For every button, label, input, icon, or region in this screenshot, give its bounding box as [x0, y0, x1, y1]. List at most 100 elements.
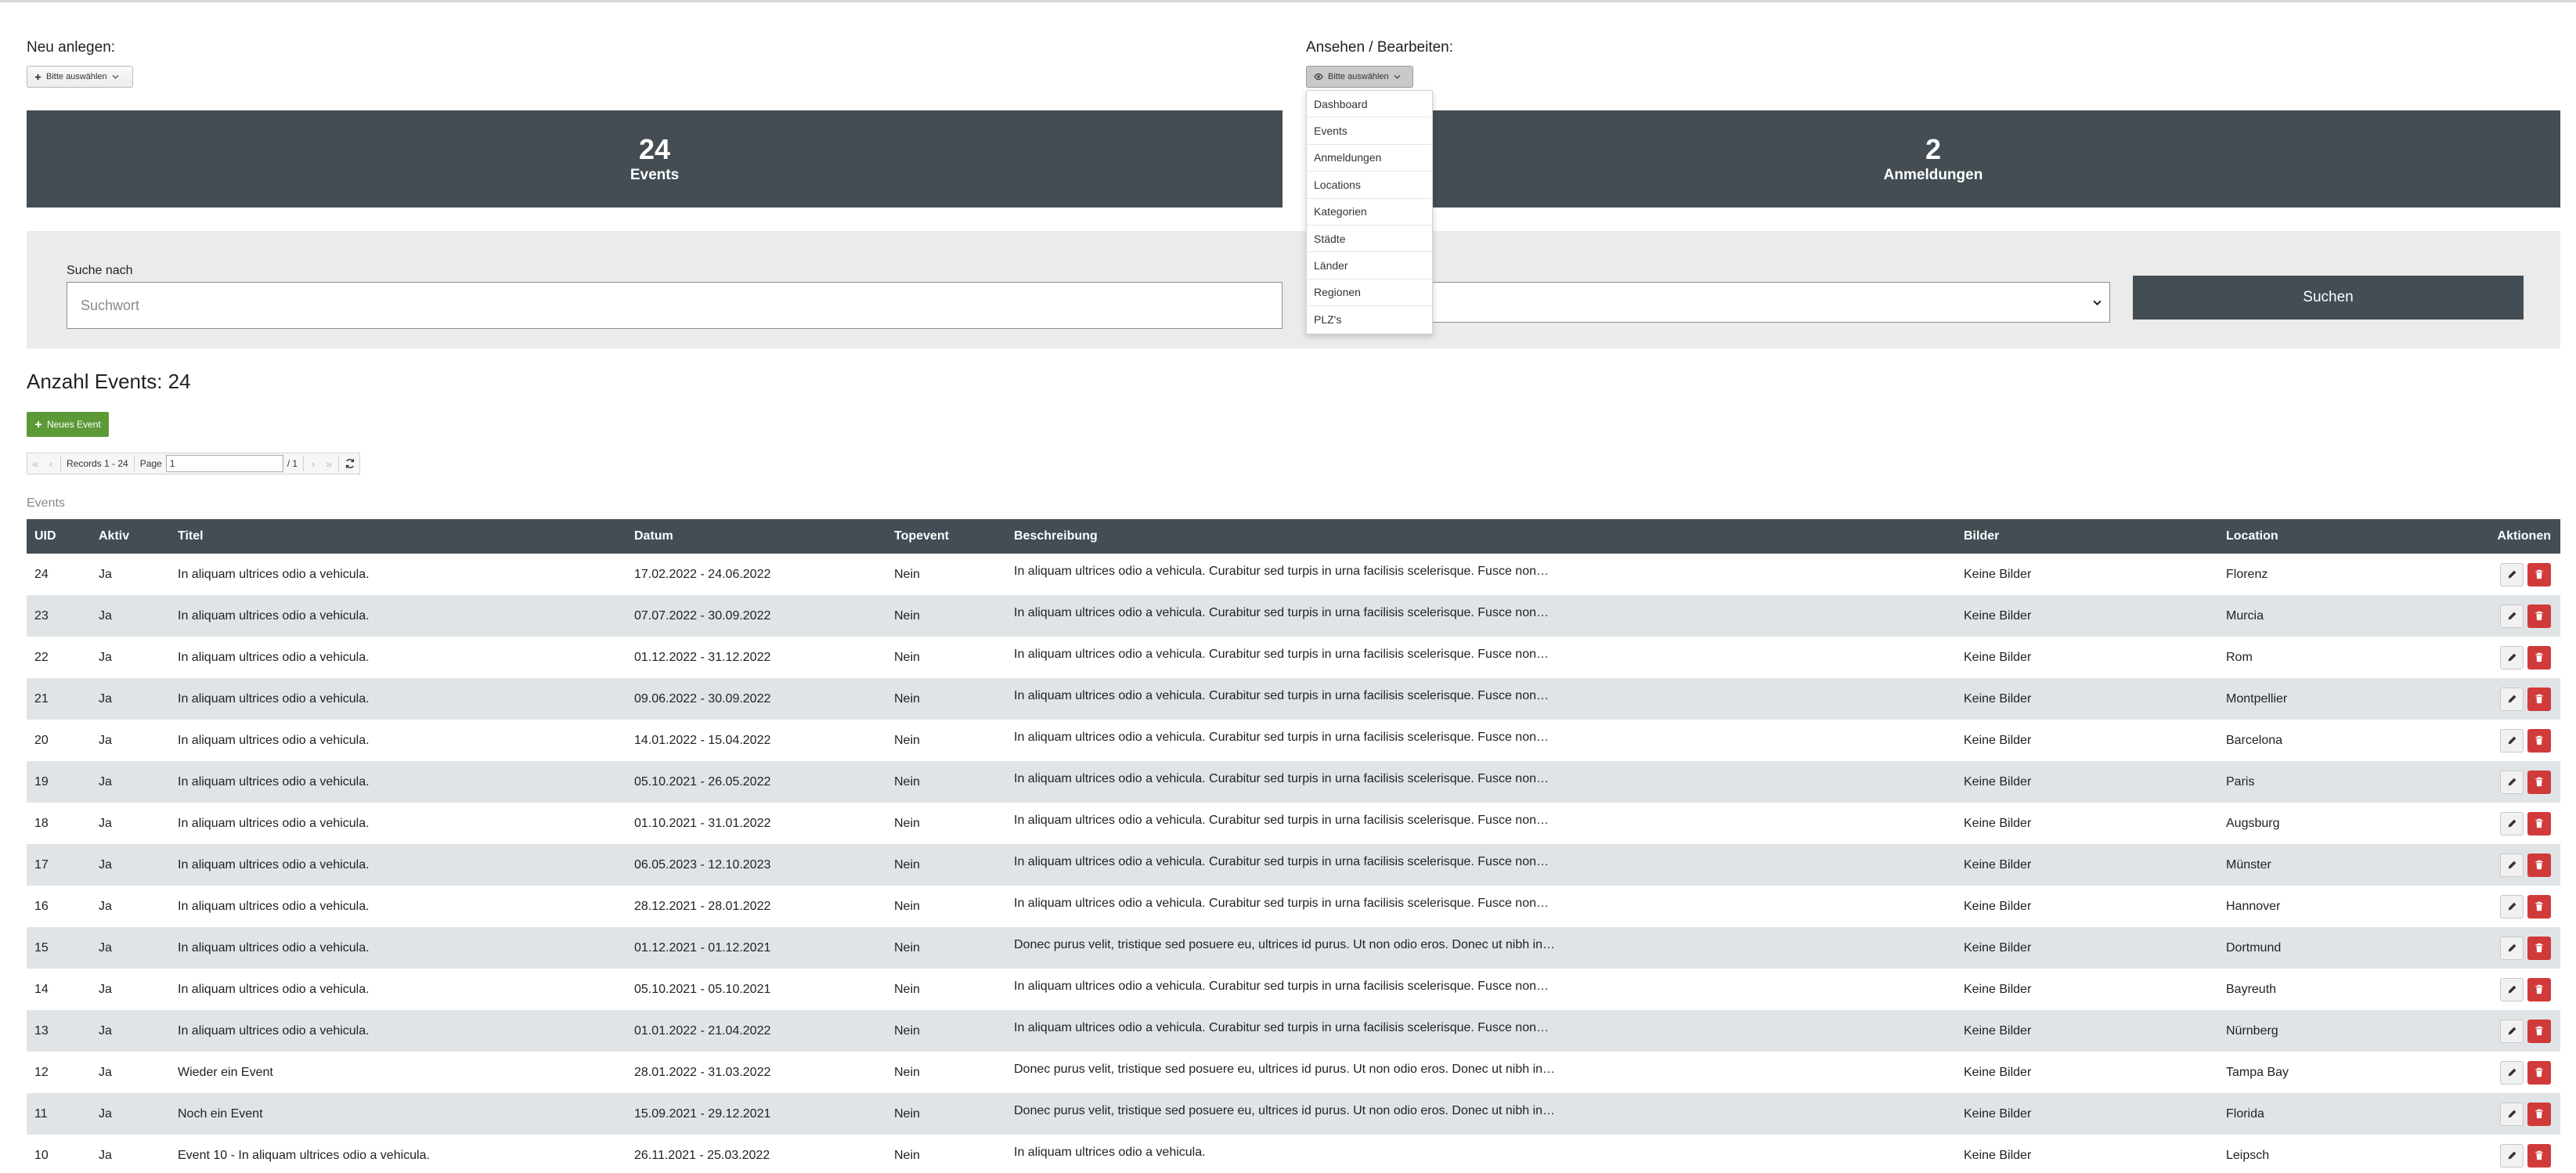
edit-button[interactable]: [2500, 894, 2524, 919]
trash-icon: [2535, 735, 2543, 745]
cell-images: Keine Bilder: [1964, 733, 2032, 747]
header-description[interactable]: Beschreibung: [1014, 519, 1098, 554]
row-actions: [2500, 720, 2551, 761]
edit-button[interactable]: [2500, 562, 2524, 586]
cell-title: In aliquam ultrices odio a vehicula.: [178, 982, 370, 996]
pencil-icon: [2508, 695, 2516, 703]
pencil-icon: [2508, 736, 2516, 745]
menu-item-categories[interactable]: Kategorien: [1307, 199, 1432, 226]
cell-topevent: Nein: [894, 816, 920, 830]
edit-button[interactable]: [2500, 1102, 2524, 1126]
menu-item-cities[interactable]: Städte: [1307, 226, 1432, 253]
menu-item-registrations[interactable]: Anmeldungen: [1307, 145, 1432, 172]
trash-icon: [2535, 694, 2543, 704]
delete-button[interactable]: [2527, 936, 2551, 960]
edit-button[interactable]: [2500, 811, 2524, 836]
delete-button[interactable]: [2527, 1102, 2551, 1126]
edit-button[interactable]: [2500, 1060, 2524, 1085]
edit-button[interactable]: [2500, 1019, 2524, 1043]
header-title[interactable]: Titel: [178, 519, 204, 554]
refresh-button[interactable]: [341, 453, 359, 474]
create-select-button[interactable]: Bitte auswählen: [27, 66, 133, 88]
cell-uid: 18: [34, 816, 49, 830]
table-header: UID Aktiv Titel Datum Topevent Beschreib…: [27, 519, 2560, 554]
menu-item-locations[interactable]: Locations: [1307, 171, 1432, 199]
search-button[interactable]: Suchen: [2133, 276, 2524, 319]
edit-button[interactable]: [2500, 687, 2524, 711]
delete-button[interactable]: [2527, 1019, 2551, 1043]
table-row: 22 Ja In aliquam ultrices odio a vehicula.…: [27, 637, 2560, 678]
cell-title: Event 10 - In aliquam ultrices odio a ve…: [178, 1148, 430, 1162]
stat-events[interactable]: 24 Events: [27, 110, 1283, 208]
header-active[interactable]: Aktiv: [99, 519, 129, 554]
delete-button[interactable]: [2527, 604, 2551, 628]
edit-button[interactable]: [2500, 936, 2524, 960]
pencil-icon: [2508, 570, 2516, 579]
cell-description: Donec purus velit, tristique sed posuere…: [1014, 938, 1556, 951]
edit-button[interactable]: [2500, 604, 2524, 628]
delete-button[interactable]: [2527, 645, 2551, 670]
pager-separator: [60, 456, 61, 471]
new-event-button[interactable]: Neues Event: [27, 412, 109, 437]
cell-description: In aliquam ultrices odio a vehicula.: [1014, 1146, 1206, 1159]
menu-item-regions[interactable]: Regionen: [1307, 280, 1432, 307]
stat-registrations[interactable]: 2 Anmeldungen: [1306, 110, 2560, 208]
delete-button[interactable]: [2527, 811, 2551, 836]
delete-button[interactable]: [2527, 687, 2551, 711]
cell-images: Keine Bilder: [1964, 1023, 2032, 1038]
last-page-button[interactable]: »: [321, 453, 337, 474]
menu-item-dashboard[interactable]: Dashboard: [1307, 91, 1432, 118]
delete-button[interactable]: [2527, 894, 2551, 919]
cell-title: In aliquam ultrices odio a vehicula.: [178, 816, 370, 830]
menu-item-countries[interactable]: Länder: [1307, 252, 1432, 280]
cell-active: Ja: [99, 899, 112, 913]
delete-button[interactable]: [2527, 977, 2551, 1002]
edit-button[interactable]: [2500, 853, 2524, 877]
edit-button[interactable]: [2500, 977, 2524, 1002]
header-location[interactable]: Location: [2226, 519, 2278, 554]
trash-icon: [2535, 1067, 2543, 1077]
trash-icon: [2535, 1026, 2543, 1036]
cell-title: In aliquam ultrices odio a vehicula.: [178, 940, 370, 955]
trash-icon: [2535, 1109, 2543, 1119]
header-images[interactable]: Bilder: [1964, 519, 1999, 554]
menu-item-events[interactable]: Events: [1307, 117, 1432, 145]
delete-button[interactable]: [2527, 728, 2551, 753]
delete-button[interactable]: [2527, 1060, 2551, 1085]
next-page-button[interactable]: ›: [305, 453, 321, 474]
create-select-label: Bitte auswählen: [46, 72, 107, 81]
header-topevent[interactable]: Topevent: [894, 519, 949, 554]
cell-uid: 16: [34, 899, 49, 913]
cell-date: 15.09.2021 - 29.12.2021: [634, 1106, 771, 1121]
cell-date: 09.06.2022 - 30.09.2022: [634, 691, 771, 706]
cell-images: Keine Bilder: [1964, 899, 2032, 913]
menu-item-zipcodes[interactable]: PLZ's: [1307, 306, 1432, 333]
page-input[interactable]: 1: [165, 455, 283, 472]
delete-button[interactable]: [2527, 853, 2551, 877]
cell-active: Ja: [99, 940, 112, 955]
trash-icon: [2535, 1150, 2543, 1160]
header-date[interactable]: Datum: [634, 519, 673, 554]
table-row: 11 Ja Noch ein Event 15.09.2021 - 29.12.202…: [27, 1093, 2560, 1135]
delete-button[interactable]: [2527, 770, 2551, 794]
delete-button[interactable]: [2527, 1143, 2551, 1168]
edit-button[interactable]: [2500, 770, 2524, 794]
first-page-button[interactable]: «: [27, 453, 43, 474]
header-uid[interactable]: UID: [34, 519, 56, 554]
edit-button[interactable]: [2500, 645, 2524, 670]
edit-button[interactable]: [2500, 1143, 2524, 1168]
cell-location: Barcelona: [2226, 733, 2283, 747]
edit-button[interactable]: [2500, 728, 2524, 753]
search-filter-select[interactable]: [1430, 282, 2110, 323]
cell-active: Ja: [99, 857, 112, 872]
prev-page-button[interactable]: ‹: [43, 453, 59, 474]
search-input[interactable]: Suchwort: [67, 282, 1283, 329]
delete-button[interactable]: [2527, 562, 2551, 586]
row-actions: [2500, 1093, 2551, 1135]
cell-date: 17.02.2022 - 24.06.2022: [634, 567, 771, 581]
cell-description: Donec purus velit, tristique sed posuere…: [1014, 1063, 1556, 1076]
cell-title: Noch ein Event: [178, 1106, 263, 1121]
view-select-button[interactable]: Bitte auswählen: [1306, 66, 1413, 88]
pencil-icon: [2508, 902, 2516, 911]
cell-topevent: Nein: [894, 857, 920, 872]
